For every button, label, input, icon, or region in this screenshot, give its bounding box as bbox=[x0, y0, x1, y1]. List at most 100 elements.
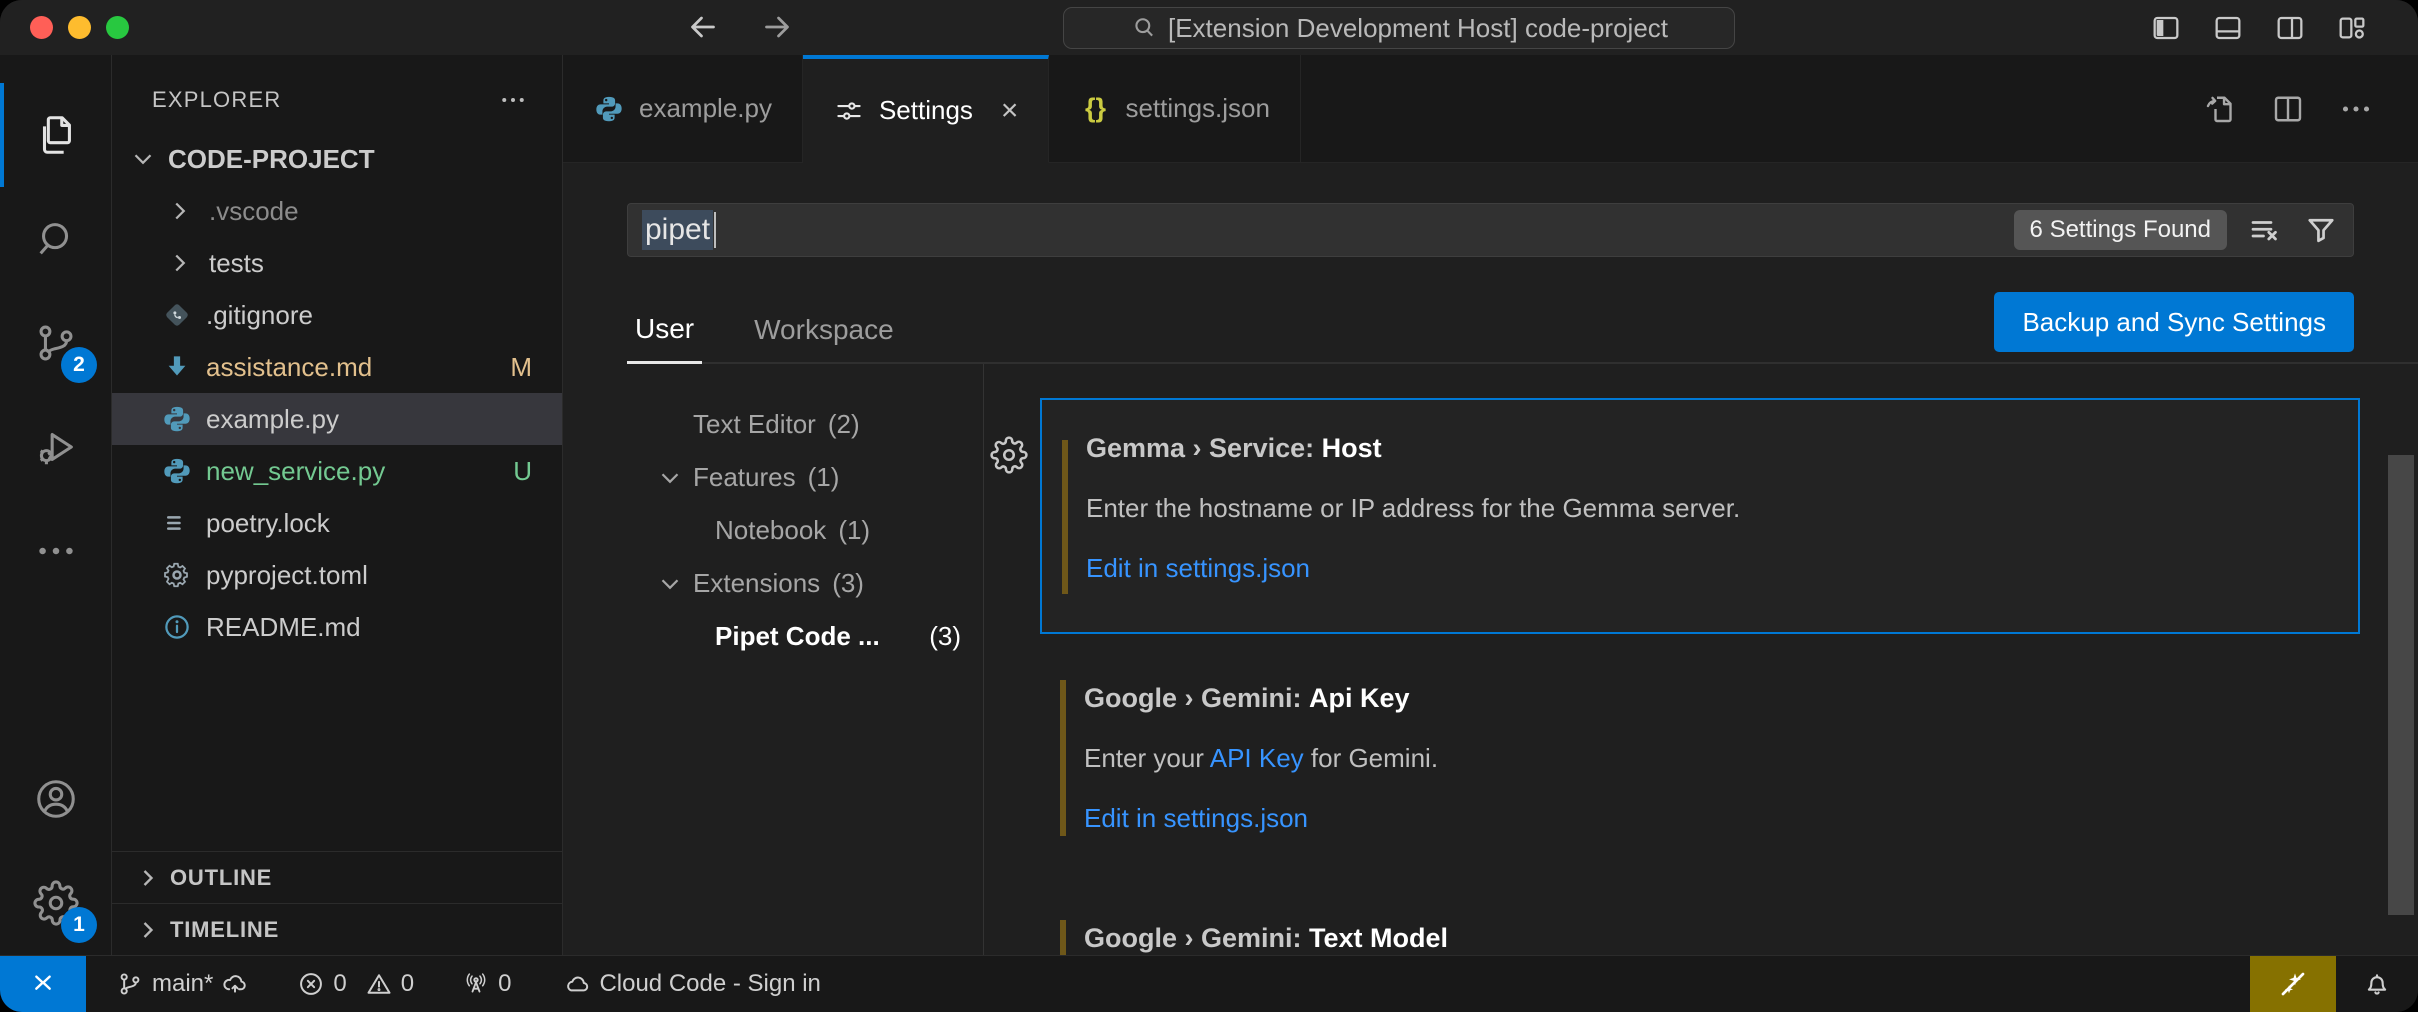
tab-example-py[interactable]: example.py bbox=[563, 55, 803, 162]
edit-in-settings-json-link[interactable]: Edit in settings.json bbox=[1084, 802, 1308, 834]
backup-sync-settings-button[interactable]: Backup and Sync Settings bbox=[1994, 292, 2354, 352]
cloud-icon bbox=[563, 970, 591, 998]
problems-status-item[interactable]: 0 0 bbox=[281, 956, 430, 1012]
traffic-lights bbox=[30, 16, 129, 39]
maximize-window-button[interactable] bbox=[106, 16, 129, 39]
back-icon[interactable] bbox=[685, 9, 721, 45]
title-bar: [Extension Development Host] code-projec… bbox=[0, 0, 2418, 55]
error-count: 0 bbox=[333, 970, 346, 998]
window-title: [Extension Development Host] code-projec… bbox=[1168, 13, 1668, 44]
remote-icon bbox=[27, 968, 59, 1000]
minimize-window-button[interactable] bbox=[68, 16, 91, 39]
branch-name: main* bbox=[152, 970, 213, 998]
command-center-search[interactable]: [Extension Development Host] code-projec… bbox=[1063, 7, 1735, 49]
json-file-icon: {} bbox=[1079, 93, 1111, 125]
ports-status-item[interactable]: 0 bbox=[446, 956, 527, 1012]
toggle-panel-icon[interactable] bbox=[2212, 12, 2244, 44]
settings-count-badge: 6 Settings Found bbox=[2014, 210, 2227, 250]
tree-item-example-py[interactable]: example.py bbox=[112, 393, 562, 445]
settings-editor: pipet 6 Settings Found User Workspace Ba… bbox=[563, 163, 2418, 955]
tree-item-assistance-md[interactable]: assistance.md M bbox=[112, 341, 562, 393]
open-settings-json-icon[interactable] bbox=[2202, 91, 2238, 127]
chevron-right-icon bbox=[165, 196, 195, 226]
more-actions-icon[interactable] bbox=[2338, 91, 2374, 127]
setting-item-google-gemini-api-key[interactable]: Google › Gemini: Api Key Enter your API … bbox=[1040, 674, 2360, 842]
chevron-down-icon bbox=[128, 144, 158, 174]
tab-settings-json[interactable]: {} settings.json bbox=[1049, 55, 1301, 162]
python-file-icon bbox=[162, 456, 192, 486]
settings-search-input[interactable]: pipet 6 Settings Found bbox=[627, 203, 2354, 257]
toc-extensions[interactable]: Extensions (3) bbox=[563, 557, 983, 610]
activity-run-debug[interactable] bbox=[0, 395, 111, 499]
toggle-primary-sidebar-icon[interactable] bbox=[2150, 12, 2182, 44]
settings-scope-tabs: User Workspace Backup and Sync Settings bbox=[627, 257, 2418, 364]
ports-count: 0 bbox=[498, 970, 511, 998]
tree-item-poetry-lock[interactable]: poetry.lock bbox=[112, 497, 562, 549]
git-branch-icon bbox=[116, 970, 144, 998]
timeline-section[interactable]: TIMELINE bbox=[112, 903, 562, 955]
activity-more[interactable] bbox=[0, 499, 111, 603]
api-key-link[interactable]: API Key bbox=[1210, 743, 1304, 773]
setting-title: Gemma › Service: Host bbox=[1086, 432, 2358, 464]
outline-section[interactable]: OUTLINE bbox=[112, 851, 562, 903]
toc-text-editor[interactable]: Text Editor (2) bbox=[563, 398, 983, 451]
radio-tower-icon bbox=[462, 970, 490, 998]
remote-indicator[interactable] bbox=[0, 956, 86, 1012]
git-status-modified-badge: M bbox=[510, 352, 532, 383]
toc-pipet-code[interactable]: Pipet Code ... (3) bbox=[563, 610, 983, 663]
vertical-scrollbar[interactable] bbox=[2388, 455, 2414, 915]
setting-gear-icon[interactable] bbox=[990, 436, 1028, 474]
activity-source-control[interactable]: 2 bbox=[0, 291, 111, 395]
status-bar: main* 0 0 0 Cloud Code - Sign in bbox=[0, 955, 2418, 1012]
activity-search[interactable] bbox=[0, 187, 111, 291]
modified-indicator bbox=[1062, 440, 1068, 594]
tree-item-pyproject-toml[interactable]: pyproject.toml bbox=[112, 549, 562, 601]
search-icon bbox=[33, 216, 79, 262]
editor-tab-bar: example.py Settings × {} settings.json bbox=[563, 55, 2418, 163]
clear-search-results-icon[interactable] bbox=[2247, 212, 2283, 248]
git-status-untracked-badge: U bbox=[513, 456, 532, 487]
toc-notebook[interactable]: Notebook (1) bbox=[563, 504, 983, 557]
setting-item-gemma-service-host[interactable]: Gemma › Service: Host Enter the hostname… bbox=[1040, 398, 2360, 634]
explorer-sidebar: EXPLORER CODE-PROJECT .vscode tests bbox=[112, 55, 563, 955]
source-control-badge: 2 bbox=[61, 347, 97, 383]
tree-item-vscode[interactable]: .vscode bbox=[112, 185, 562, 237]
text-caret bbox=[714, 212, 716, 248]
customize-layout-icon[interactable] bbox=[2336, 12, 2368, 44]
chevron-right-icon bbox=[134, 864, 162, 892]
tree-item-tests[interactable]: tests bbox=[112, 237, 562, 289]
tree-root-code-project[interactable]: CODE-PROJECT bbox=[112, 133, 562, 185]
scope-tab-workspace[interactable]: Workspace bbox=[746, 314, 902, 362]
tree-item-readme-md[interactable]: README.md bbox=[112, 601, 562, 653]
scope-tab-user[interactable]: User bbox=[627, 313, 702, 364]
toc-features[interactable]: Features (1) bbox=[563, 451, 983, 504]
search-icon bbox=[1130, 14, 1158, 42]
tab-settings[interactable]: Settings × bbox=[803, 55, 1049, 163]
branch-status-item[interactable]: main* bbox=[100, 956, 265, 1012]
tree-item-gitignore[interactable]: .gitignore bbox=[112, 289, 562, 341]
edit-in-settings-json-link[interactable]: Edit in settings.json bbox=[1086, 552, 1310, 584]
bell-icon bbox=[2362, 969, 2392, 999]
toggle-secondary-sidebar-icon[interactable] bbox=[2274, 12, 2306, 44]
modified-indicator bbox=[1060, 920, 1066, 955]
activity-accounts[interactable] bbox=[0, 747, 111, 851]
python-file-icon bbox=[162, 404, 192, 434]
warning-count: 0 bbox=[401, 970, 414, 998]
close-window-button[interactable] bbox=[30, 16, 53, 39]
close-tab-icon[interactable]: × bbox=[1001, 94, 1019, 128]
lock-file-icon bbox=[162, 508, 192, 538]
chevron-right-icon bbox=[165, 248, 195, 278]
settings-sliders-icon bbox=[833, 95, 865, 127]
activity-explorer[interactable] bbox=[0, 83, 111, 187]
explorer-more-actions-icon[interactable] bbox=[498, 85, 528, 115]
notifications-status-item[interactable] bbox=[2336, 956, 2418, 1012]
suggestions-disabled-status-item[interactable] bbox=[2250, 956, 2336, 1012]
split-editor-icon[interactable] bbox=[2270, 91, 2306, 127]
filter-icon[interactable] bbox=[2303, 212, 2339, 248]
activity-settings[interactable]: 1 bbox=[0, 851, 111, 955]
forward-icon[interactable] bbox=[759, 9, 795, 45]
setting-item-google-gemini-text-model[interactable]: Google › Gemini: Text Model bbox=[1040, 914, 2360, 955]
python-file-icon bbox=[593, 93, 625, 125]
tree-item-new-service-py[interactable]: new_service.py U bbox=[112, 445, 562, 497]
cloud-code-status-item[interactable]: Cloud Code - Sign in bbox=[547, 956, 836, 1012]
